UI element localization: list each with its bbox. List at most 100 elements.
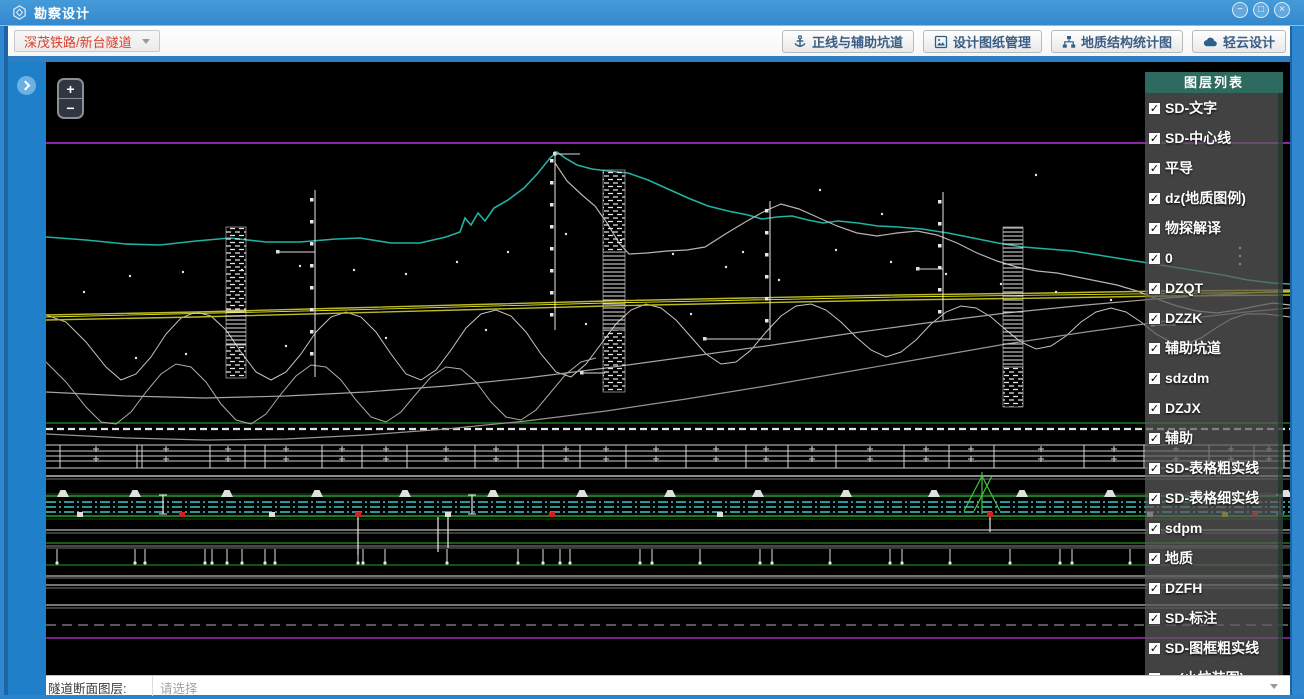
layer-checkbox[interactable]: ✓ xyxy=(1148,552,1161,565)
layer-item[interactable]: ✓ 辅助坑道 xyxy=(1145,333,1283,363)
layer-label: 辅助 xyxy=(1165,428,1193,448)
layer-item[interactable]: ✓ 平导 xyxy=(1145,153,1283,183)
layer-item[interactable]: ✓ 辅助 xyxy=(1145,423,1283,453)
tunnel-section-layer-label: 隧道断面图层: xyxy=(48,678,126,697)
layer-checkbox[interactable]: ✓ xyxy=(1148,102,1161,115)
layer-item[interactable]: ✓ sdzdm xyxy=(1145,363,1283,393)
layer-item[interactable]: ✓ 地质 xyxy=(1145,543,1283,573)
cad-drawing[interactable] xyxy=(46,62,1290,675)
layer-label: 辅助坑道 xyxy=(1165,338,1221,358)
layer-item[interactable]: ✓ SD-文字 xyxy=(1145,93,1283,123)
chevron-right-icon xyxy=(21,80,31,90)
layer-label: SD-中心线 xyxy=(1165,128,1231,148)
layer-label: dz(地质图例) xyxy=(1165,188,1246,208)
layer-checkbox[interactable]: ✓ xyxy=(1148,162,1161,175)
layer-item[interactable]: ✓ DZQT xyxy=(1145,273,1283,303)
layer-label: SD-图框粗实线 xyxy=(1165,638,1259,658)
geology-structure-chart-button[interactable]: 地质结构统计图 xyxy=(1051,30,1183,53)
layer-panel-scrollbar[interactable] xyxy=(1278,93,1283,675)
layer-panel-title: 图层列表 xyxy=(1145,72,1283,93)
cad-canvas: + − 图层列表 ✓ SD-文字 ✓ SD-中心线 ✓ 平导 ✓ dz(地质图例… xyxy=(46,62,1290,675)
layer-checkbox[interactable]: ✓ xyxy=(1148,372,1161,385)
layer-label: 地质 xyxy=(1165,548,1193,568)
layer-checkbox[interactable]: ✓ xyxy=(1148,522,1161,535)
layer-checkbox[interactable]: ✓ xyxy=(1148,402,1161,415)
layer-item[interactable]: ✓ SD-中心线 xyxy=(1145,123,1283,153)
layer-item[interactable]: ✓ SD-表格细实线 xyxy=(1145,483,1283,513)
layer-checkbox[interactable]: ✓ xyxy=(1148,342,1161,355)
layer-label: DZZK xyxy=(1165,310,1202,326)
design-drawing-management-button[interactable]: 设计图纸管理 xyxy=(923,30,1042,53)
layer-label: SD-表格细实线 xyxy=(1165,488,1259,508)
titlebar: 勘察设计 − □ × xyxy=(0,0,1304,26)
layer-checkbox[interactable]: ✓ xyxy=(1148,612,1161,625)
layer-checkbox[interactable]: ✓ xyxy=(1148,312,1161,325)
zoom-out-button[interactable]: − xyxy=(59,98,82,116)
structure-chart-icon xyxy=(1062,35,1076,49)
window-frame-left xyxy=(0,26,8,699)
toolbar-buttons: 正线与辅助坑道 设计图纸管理 地质结构统计图 xyxy=(782,30,1286,53)
chevron-down-icon xyxy=(1270,684,1278,689)
light-cloud-design-button[interactable]: 轻云设计 xyxy=(1192,30,1286,53)
layer-checkbox[interactable]: ✓ xyxy=(1148,132,1161,145)
layer-item[interactable]: ✓ DZFH xyxy=(1145,573,1283,603)
layer-item[interactable]: ✓ DZZK xyxy=(1145,303,1283,333)
layer-label: DZQT xyxy=(1165,280,1203,296)
layer-checkbox[interactable]: ✓ xyxy=(1148,282,1161,295)
layer-item[interactable]: ✓ 物探解译 xyxy=(1145,213,1283,243)
layer-checkbox[interactable]: ✓ xyxy=(1148,672,1161,676)
layer-checkbox[interactable]: ✓ xyxy=(1148,582,1161,595)
layer-checkbox[interactable]: ✓ xyxy=(1148,222,1161,235)
window-controls: − □ × xyxy=(1232,2,1290,18)
layer-list: ✓ SD-文字 ✓ SD-中心线 ✓ 平导 ✓ dz(地质图例) ✓ 物探解译 … xyxy=(1145,93,1283,675)
window-frame-right xyxy=(1290,26,1304,699)
layer-item[interactable]: ✓ SD-表格粗实线 xyxy=(1145,453,1283,483)
layer-item[interactable]: ✓ sdpm xyxy=(1145,513,1283,543)
layer-checkbox[interactable]: ✓ xyxy=(1148,462,1161,475)
layer-checkbox[interactable]: ✓ xyxy=(1148,432,1161,445)
layer-item[interactable]: ✓ 0 xyxy=(1145,243,1283,273)
select-placeholder: 请选择 xyxy=(160,678,198,697)
mainline-aux-tunnel-button[interactable]: 正线与辅助坑道 xyxy=(782,30,914,53)
bottom-bar: 隧道断面图层: 请选择 xyxy=(46,675,1290,695)
minimize-button[interactable]: − xyxy=(1232,2,1248,18)
zoom-in-button[interactable]: + xyxy=(59,80,82,98)
maximize-button[interactable]: □ xyxy=(1253,2,1269,18)
cloud-icon xyxy=(1203,35,1218,49)
expand-panel-button[interactable] xyxy=(17,76,36,95)
layer-label: 物探解译 xyxy=(1165,218,1221,238)
layer-checkbox[interactable]: ✓ xyxy=(1148,492,1161,505)
app-logo-icon xyxy=(12,5,27,20)
layer-checkbox[interactable]: ✓ xyxy=(1148,252,1161,265)
app-window: 勘察设计 − □ × 深茂铁路/新台隧道 正线与辅助坑道 xyxy=(0,0,1304,699)
layer-label: SD-标注 xyxy=(1165,608,1217,628)
anchor-icon xyxy=(793,35,807,49)
drawing-doc-icon xyxy=(934,35,948,49)
layer-item[interactable]: ✓ SD-图框粗实线 xyxy=(1145,633,1283,663)
layer-label: DZJX xyxy=(1165,400,1201,416)
layer-label: sdpm xyxy=(1165,520,1202,536)
layer-label: DZFH xyxy=(1165,580,1202,596)
tunnel-section-layer-select[interactable]: 请选择 xyxy=(152,676,1290,696)
project-selector-value: 深茂铁路/新台隧道 xyxy=(24,32,132,51)
button-label: 设计图纸管理 xyxy=(953,32,1031,51)
layer-item[interactable]: ✓ DZJX xyxy=(1145,393,1283,423)
layer-panel: 图层列表 ✓ SD-文字 ✓ SD-中心线 ✓ 平导 ✓ dz(地质图例) ✓ … xyxy=(1145,72,1283,675)
layer-item[interactable]: ✓ 、(小拉装图) xyxy=(1145,663,1283,675)
layer-label: SD-表格粗实线 xyxy=(1165,458,1259,478)
close-button[interactable]: × xyxy=(1274,2,1290,18)
layer-label: sdzdm xyxy=(1165,370,1209,386)
toolbar: 深茂铁路/新台隧道 正线与辅助坑道 设计图纸管理 xyxy=(8,26,1296,56)
app-title: 勘察设计 xyxy=(34,3,90,22)
button-label: 轻云设计 xyxy=(1223,32,1275,51)
layer-checkbox[interactable]: ✓ xyxy=(1148,642,1161,655)
collapsed-sidebar-strip xyxy=(8,62,46,695)
chevron-down-icon xyxy=(142,39,150,44)
project-selector[interactable]: 深茂铁路/新台隧道 xyxy=(14,30,160,52)
layer-checkbox[interactable]: ✓ xyxy=(1148,192,1161,205)
layer-item[interactable]: ✓ dz(地质图例) xyxy=(1145,183,1283,213)
zoom-control: + − xyxy=(57,78,84,119)
layer-item[interactable]: ✓ SD-标注 xyxy=(1145,603,1283,633)
button-label: 正线与辅助坑道 xyxy=(812,32,903,51)
button-label: 地质结构统计图 xyxy=(1081,32,1172,51)
